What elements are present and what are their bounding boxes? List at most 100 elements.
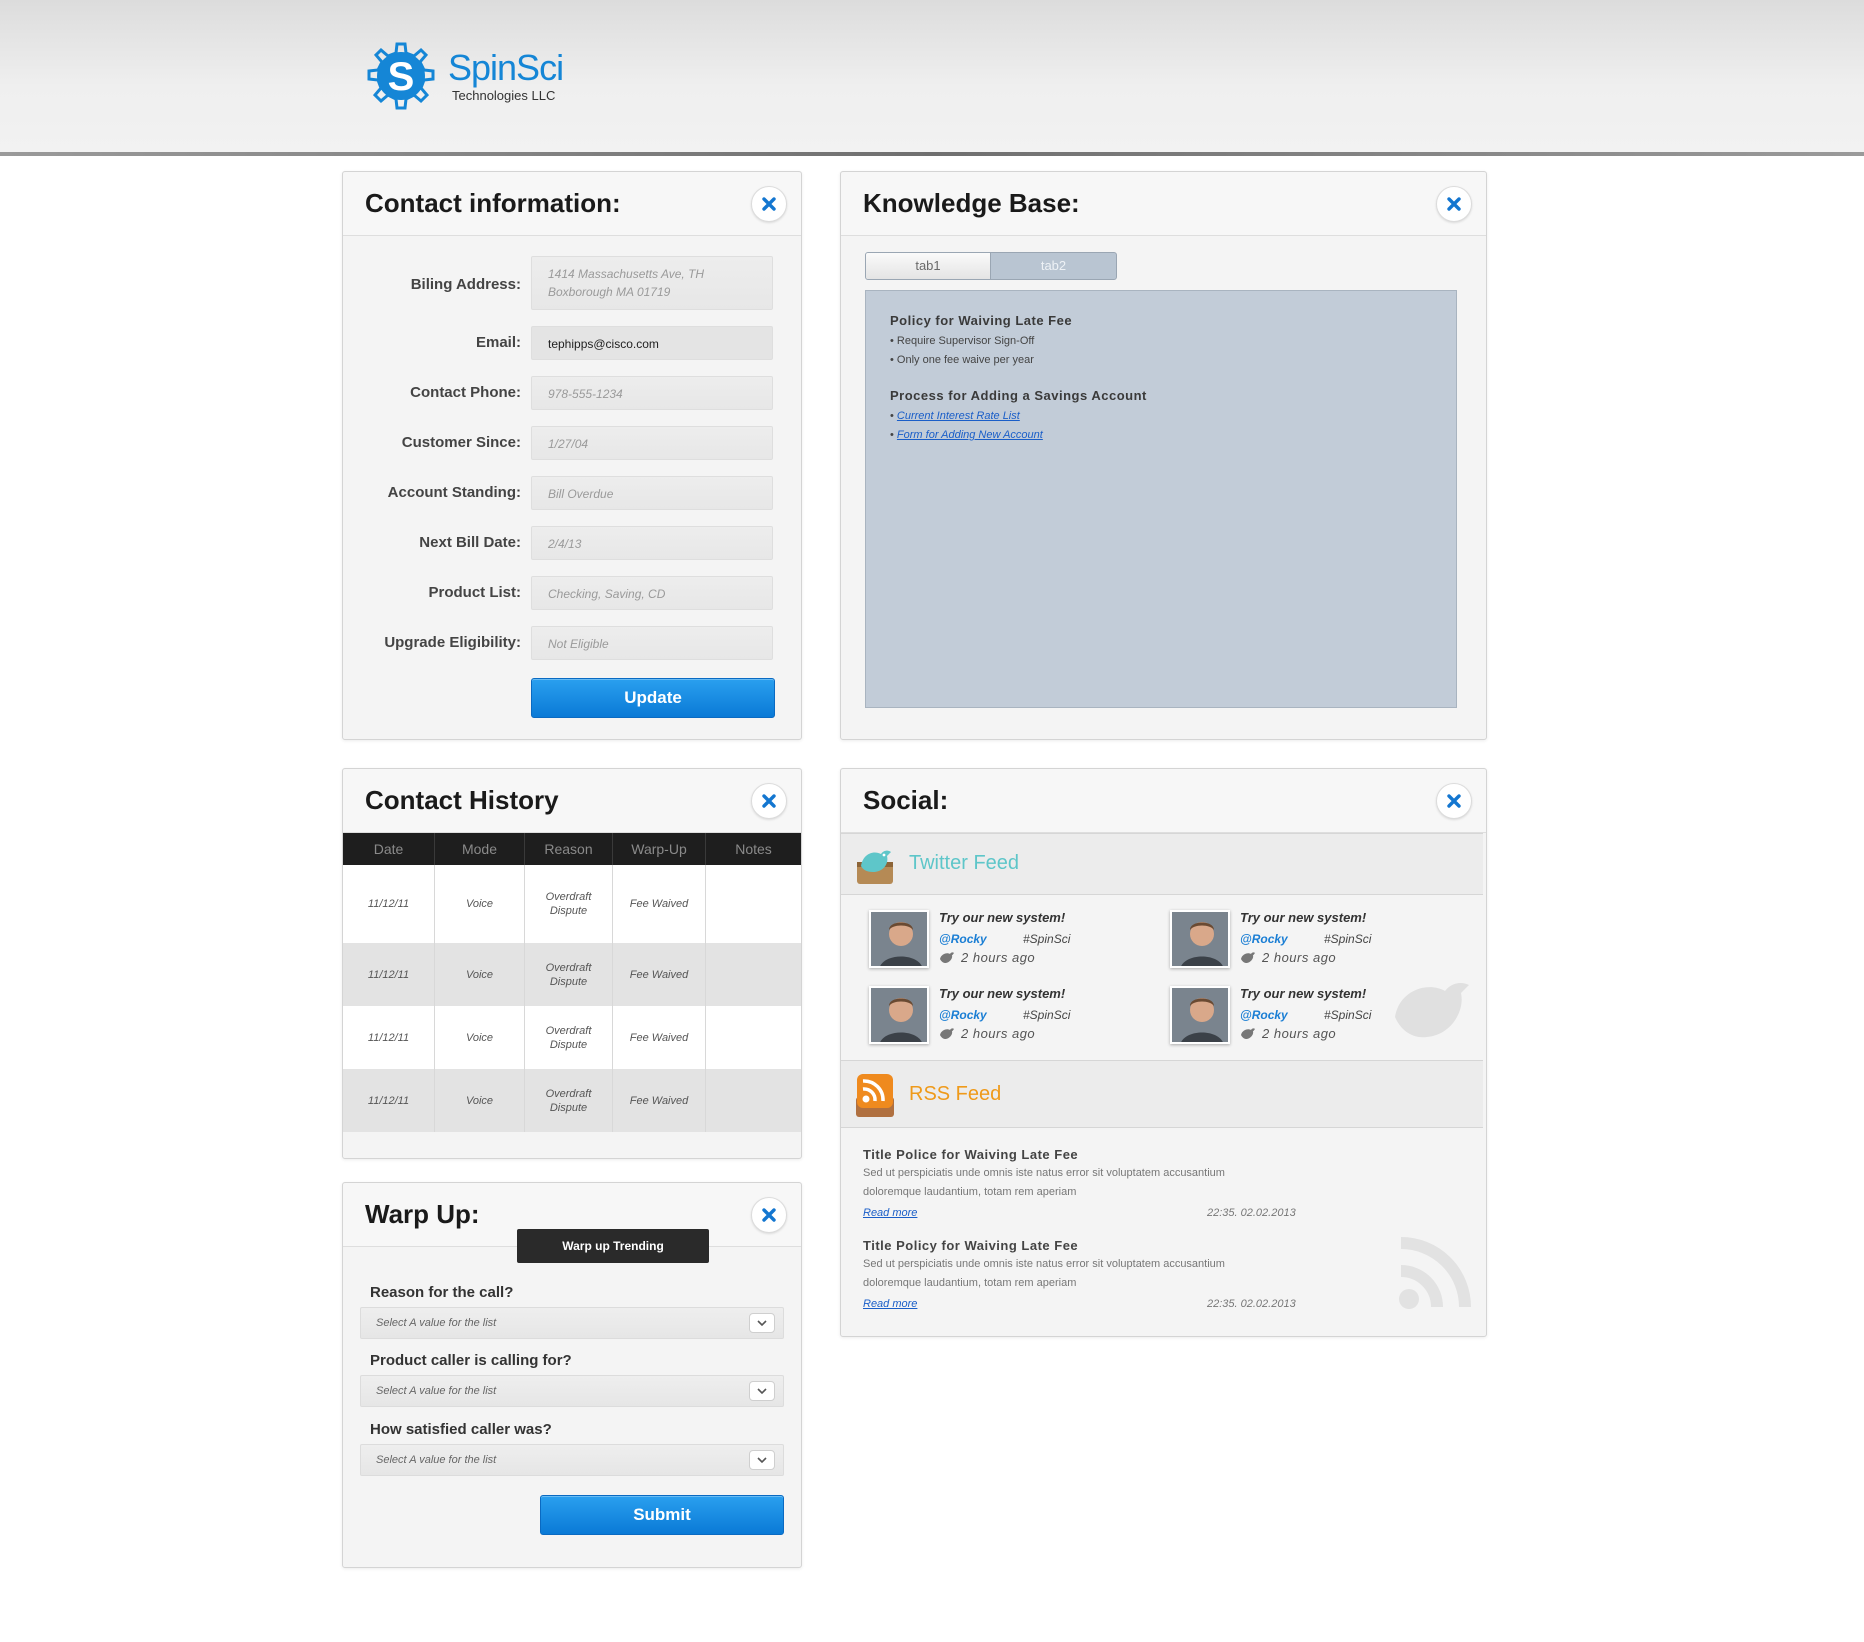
panel-header: Knowledge Base: (841, 172, 1486, 236)
avatar[interactable] (1170, 986, 1230, 1044)
reason-cell: Overdraft Dispute (525, 865, 613, 943)
field-label: Biling Address: (410, 276, 521, 293)
question-label: How satisfied caller was? (370, 1421, 552, 1438)
column-header[interactable]: Notes (706, 833, 801, 865)
tweet-hashtag[interactable]: #SpinSci (1023, 932, 1070, 946)
notes-cell (706, 1006, 801, 1069)
panel-header: Contact information: (343, 172, 801, 236)
product-select[interactable]: Select A value for the list (360, 1375, 784, 1407)
reason-cell: Overdraft Dispute (525, 943, 613, 1006)
rss-item-date: 22:35. 02.02.2013 (1207, 1207, 1296, 1219)
small-bird-icon (1241, 952, 1255, 963)
mode-cell: Voice (435, 943, 525, 1006)
read-more-link[interactable]: Read more (863, 1207, 917, 1219)
upgrade-eligibility-field[interactable]: Not Eligible (531, 626, 773, 660)
kb-content: Policy for Waiving Late Fee • Require Su… (865, 290, 1457, 708)
date-cell: 11/12/11 (343, 1069, 435, 1132)
column-header[interactable]: Mode (435, 833, 525, 865)
customer-since-field[interactable]: 1/27/04 (531, 426, 773, 460)
close-button[interactable] (1436, 783, 1472, 819)
tweet-user-link[interactable]: @Rocky (939, 932, 987, 946)
table-row[interactable]: 11/12/11 Voice Overdraft Dispute Fee Waiv… (343, 865, 801, 943)
tweet-time: 2 hours ago (1262, 1026, 1337, 1041)
product-list-field[interactable]: Checking, Saving, CD (531, 576, 773, 610)
kb-list-item: • Current Interest Rate List (890, 410, 1020, 422)
warpup-cell: Fee Waived (613, 943, 706, 1006)
panel-title: Knowledge Base: (863, 188, 1080, 218)
column-header[interactable]: Date (343, 833, 435, 865)
tweet-text: Try our new system! (1240, 910, 1367, 925)
phone-field[interactable]: 978-555-1234 (531, 376, 773, 410)
panel-title: Contact information: (365, 188, 621, 218)
avatar[interactable] (869, 986, 929, 1044)
avatar[interactable] (869, 910, 929, 968)
chevron-down-icon[interactable] (749, 1450, 775, 1470)
kb-list-item: • Form for Adding New Account (890, 429, 1043, 441)
field-label: Contact Phone: (410, 384, 521, 401)
close-icon (762, 1208, 776, 1222)
table-row[interactable]: 11/12/11 Voice Overdraft Dispute Fee Waiv… (343, 1006, 801, 1069)
close-button[interactable] (751, 186, 787, 222)
close-button[interactable] (751, 783, 787, 819)
tweet-user-link[interactable]: @Rocky (1240, 1008, 1288, 1022)
kb-heading: Policy for Waiving Late Fee (890, 313, 1073, 328)
close-icon (1447, 197, 1461, 211)
close-button[interactable] (751, 1197, 787, 1233)
field-label: Upgrade Eligibility: (384, 634, 521, 651)
table-row[interactable]: 11/12/11 Voice Overdraft Dispute Fee Waiv… (343, 943, 801, 1006)
avatar[interactable] (1170, 910, 1230, 968)
field-label: Customer Since: (401, 434, 521, 451)
date-cell: 11/12/11 (343, 1006, 435, 1069)
tweet-time: 2 hours ago (961, 1026, 1036, 1041)
next-bill-date-field[interactable]: 2/4/13 (531, 526, 773, 560)
rss-item-title[interactable]: Title Policy for Waiving Late Fee (863, 1238, 1343, 1253)
kb-list-item: • Require Supervisor Sign-Off (890, 335, 1035, 347)
new-account-form-link[interactable]: Form for Adding New Account (897, 429, 1043, 441)
interest-rate-link[interactable]: Current Interest Rate List (897, 410, 1020, 422)
tweet[interactable]: Try our new system! @Rocky #SpinSci 2 ho… (869, 910, 1119, 978)
billing-address-field[interactable]: 1414 Massachusetts Ave, TH Boxborough MA… (531, 256, 773, 310)
address-line-1: 1414 Massachusetts Ave, TH (548, 267, 705, 281)
submit-button[interactable]: Submit (540, 1495, 784, 1535)
column-header[interactable]: Warp-Up (613, 833, 706, 865)
chevron-down-icon[interactable] (749, 1313, 775, 1333)
trending-tooltip[interactable]: Warp up Trending (517, 1229, 709, 1263)
notes-cell (706, 865, 801, 943)
kb-tabs: tab1 tab2 (865, 252, 1117, 280)
date-cell: 11/12/11 (343, 865, 435, 943)
chevron-down-icon[interactable] (749, 1381, 775, 1401)
brand-subtitle: Technologies LLC (452, 87, 556, 103)
kb-heading: Process for Adding a Savings Account (890, 388, 1147, 403)
small-bird-icon (940, 952, 954, 963)
tweet-hashtag[interactable]: #SpinSci (1324, 932, 1371, 946)
update-button[interactable]: Update (531, 678, 775, 718)
tweet-user-link[interactable]: @Rocky (939, 1008, 987, 1022)
notes-cell (706, 943, 801, 1006)
table-header: Date Mode Reason Warp-Up Notes (343, 833, 801, 865)
reason-select[interactable]: Select A value for the list (360, 1307, 784, 1339)
tweet-text: Try our new system! (939, 910, 1066, 925)
svg-text:S: S (388, 55, 415, 99)
small-bird-icon (940, 1028, 954, 1039)
tweet-hashtag[interactable]: #SpinSci (1324, 1008, 1371, 1022)
panel-title: Social: (863, 785, 949, 815)
tab-1[interactable]: tab1 (866, 253, 991, 279)
logo: S SpinSci Technologies LLC (362, 34, 564, 118)
account-standing-field[interactable]: Bill Overdue (531, 476, 773, 510)
email-field[interactable]: tephipps@cisco.com (531, 326, 773, 360)
read-more-link[interactable]: Read more (863, 1298, 917, 1310)
tweet[interactable]: Try our new system! @Rocky #SpinSci 2 ho… (1170, 910, 1420, 978)
column-header[interactable]: Reason (525, 833, 613, 865)
tweet[interactable]: Try our new system! @Rocky #SpinSci 2 ho… (869, 986, 1119, 1054)
twitter-bird-icon (857, 850, 893, 884)
close-button[interactable] (1436, 186, 1472, 222)
tweet-user-link[interactable]: @Rocky (1240, 932, 1288, 946)
tweet-text: Try our new system! (939, 986, 1066, 1001)
contact-info-panel: Contact information: Biling Address: 141… (342, 171, 802, 740)
tweet-hashtag[interactable]: #SpinSci (1023, 1008, 1070, 1022)
satisfaction-select[interactable]: Select A value for the list (360, 1444, 784, 1476)
table-row[interactable]: 11/12/11 Voice Overdraft Dispute Fee Waiv… (343, 1069, 801, 1132)
rss-item-title[interactable]: Title Police for Waiving Late Fee (863, 1147, 1343, 1162)
tweet[interactable]: Try our new system! @Rocky #SpinSci 2 ho… (1170, 986, 1420, 1054)
tab-2[interactable]: tab2 (991, 253, 1116, 279)
